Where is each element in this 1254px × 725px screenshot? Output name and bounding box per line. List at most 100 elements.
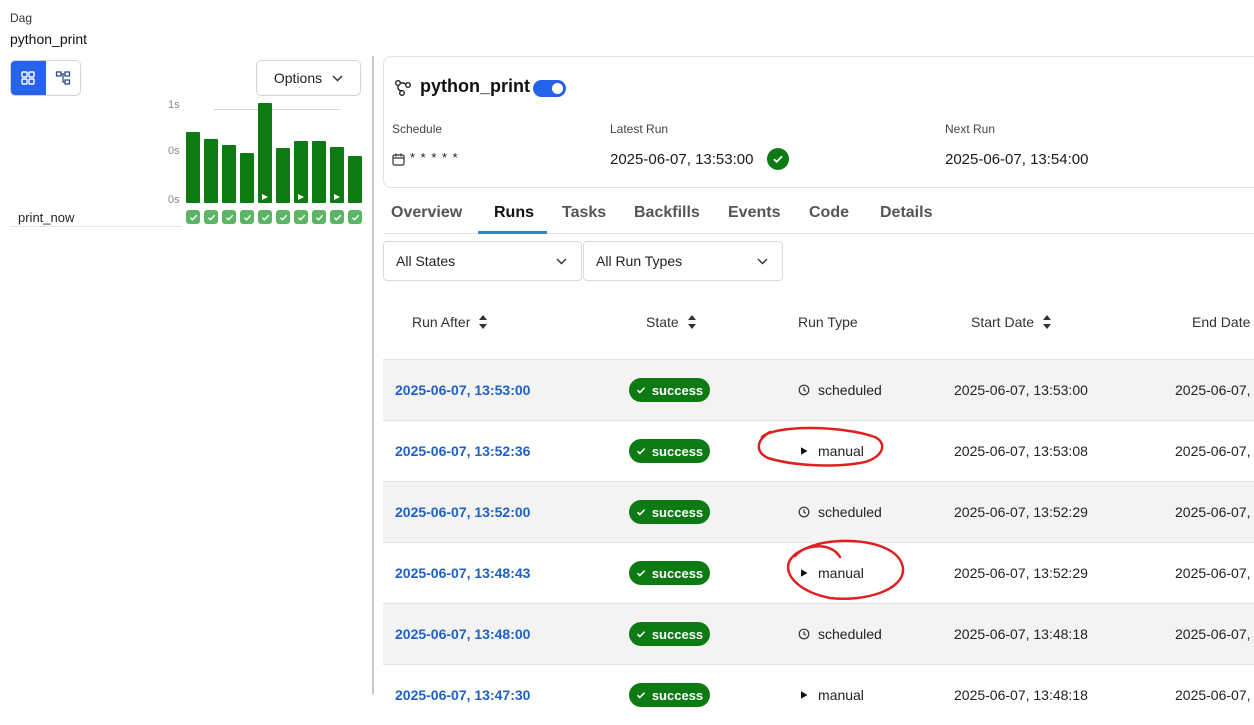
task-name[interactable]: print_now	[18, 210, 74, 225]
run-duration-bar[interactable]	[276, 148, 290, 203]
calendar-icon	[392, 153, 405, 166]
run-duration-bar[interactable]	[348, 156, 362, 203]
next-run-value: 2025-06-07, 13:54:00	[945, 151, 1089, 168]
run-duration-bar[interactable]	[258, 103, 272, 203]
task-instance-status[interactable]	[294, 210, 308, 224]
latest-run-value[interactable]: 2025-06-07, 13:53:00	[610, 151, 753, 168]
status-text: success	[651, 565, 704, 581]
next-run-label: Next Run	[945, 122, 996, 136]
run-type-text: scheduled	[818, 626, 882, 642]
clock-icon	[798, 384, 810, 396]
check-icon	[636, 692, 645, 699]
check-icon	[315, 214, 323, 221]
active-tab-indicator	[478, 231, 547, 234]
run-duration-bar[interactable]	[312, 141, 326, 203]
end-date: 2025-06-07,	[1175, 687, 1251, 703]
task-instance-status[interactable]	[276, 210, 290, 224]
play-icon	[801, 691, 808, 699]
task-instance-status[interactable]	[240, 210, 254, 224]
tab-backfills[interactable]: Backfills	[634, 204, 700, 222]
column-header-run-after[interactable]: Run After	[412, 314, 488, 330]
table-row: 2025-06-07, 13:48:43 success manual 2025-06…	[383, 542, 1254, 603]
run-type: scheduled	[798, 626, 882, 642]
task-instance-status[interactable]	[348, 210, 362, 224]
clock-icon	[798, 628, 810, 640]
check-icon	[207, 214, 215, 221]
start-date: 2025-06-07, 13:53:08	[954, 443, 1088, 459]
run-after-link[interactable]: 2025-06-07, 13:48:00	[395, 626, 530, 642]
check-icon	[636, 631, 645, 638]
end-date: 2025-06-07,	[1175, 504, 1251, 520]
task-instance-status[interactable]	[258, 210, 272, 224]
table-row: 2025-06-07, 13:47:30 success manual 2025-06…	[383, 664, 1254, 725]
check-icon	[351, 214, 359, 221]
column-header-start-date[interactable]: Start Date	[971, 314, 1052, 330]
run-type-filter-value: All Run Types	[596, 253, 683, 269]
column-header-label: Start Date	[971, 314, 1035, 330]
status-badge: success	[629, 378, 710, 402]
tab-overview[interactable]: Overview	[391, 204, 462, 222]
run-type: manual	[798, 565, 864, 581]
run-duration-bar[interactable]	[330, 147, 344, 203]
dag-title: python_print	[420, 76, 530, 96]
latest-run-label: Latest Run	[610, 122, 669, 136]
run-after-link[interactable]: 2025-06-07, 13:48:43	[395, 565, 530, 581]
status-badge: success	[629, 500, 710, 524]
column-header-state[interactable]: State	[646, 314, 697, 330]
run-after-link[interactable]: 2025-06-07, 13:52:00	[395, 504, 530, 520]
run-duration-bar[interactable]	[240, 153, 254, 203]
sort-icon	[479, 315, 488, 329]
run-duration-bar[interactable]	[294, 141, 308, 203]
tab-runs[interactable]: Runs	[494, 204, 534, 222]
column-header-end-date[interactable]: End Date	[1192, 314, 1250, 330]
run-after-link[interactable]: 2025-06-07, 13:47:30	[395, 687, 530, 703]
status-text: success	[651, 687, 704, 703]
run-duration-chart	[0, 0, 372, 694]
status-badge: success	[629, 683, 710, 707]
tab-events[interactable]: Events	[728, 204, 780, 222]
run-type-text: manual	[818, 687, 864, 703]
start-date: 2025-06-07, 13:48:18	[954, 626, 1088, 642]
end-date: 2025-06-07,	[1175, 565, 1251, 581]
tab-details[interactable]: Details	[880, 204, 932, 222]
check-icon	[225, 214, 233, 221]
clock-icon	[798, 506, 810, 518]
run-after-link[interactable]: 2025-06-07, 13:53:00	[395, 382, 530, 398]
run-duration-bar[interactable]	[186, 132, 200, 203]
tab-code[interactable]: Code	[809, 204, 849, 222]
task-row-divider	[10, 226, 182, 227]
task-instance-status[interactable]	[204, 210, 218, 224]
sort-icon	[1043, 315, 1052, 329]
check-icon	[636, 509, 645, 516]
table-row: 2025-06-07, 13:53:00 success scheduled 2025…	[383, 359, 1254, 420]
column-header-label: Run After	[412, 314, 471, 330]
task-instance-status[interactable]	[186, 210, 200, 224]
check-icon	[279, 214, 287, 221]
start-date: 2025-06-07, 13:48:18	[954, 687, 1088, 703]
schedule-value: * * * * *	[410, 150, 459, 165]
run-type-text: manual	[818, 443, 864, 459]
play-icon	[298, 194, 304, 200]
end-date: 2025-06-07,	[1175, 382, 1251, 398]
run-after-link[interactable]: 2025-06-07, 13:52:36	[395, 443, 530, 459]
panel-splitter[interactable]	[372, 56, 374, 694]
task-instance-status[interactable]	[312, 210, 326, 224]
play-icon	[262, 194, 268, 200]
run-type-filter-select[interactable]: All Run Types	[583, 241, 783, 281]
check-icon	[333, 214, 341, 221]
check-icon	[243, 214, 251, 221]
end-date: 2025-06-07,	[1175, 443, 1251, 459]
status-text: success	[651, 382, 704, 398]
play-icon	[801, 447, 808, 455]
state-filter-select[interactable]: All States	[383, 241, 582, 281]
task-instance-status[interactable]	[222, 210, 236, 224]
check-icon	[297, 214, 305, 221]
task-instance-status[interactable]	[330, 210, 344, 224]
run-duration-bar[interactable]	[222, 145, 236, 203]
dag-active-toggle[interactable]	[533, 80, 566, 97]
play-icon	[801, 569, 808, 577]
status-badge: success	[629, 561, 710, 585]
tab-tasks[interactable]: Tasks	[562, 204, 606, 222]
run-duration-bar[interactable]	[204, 139, 218, 203]
status-badge: success	[629, 622, 710, 646]
